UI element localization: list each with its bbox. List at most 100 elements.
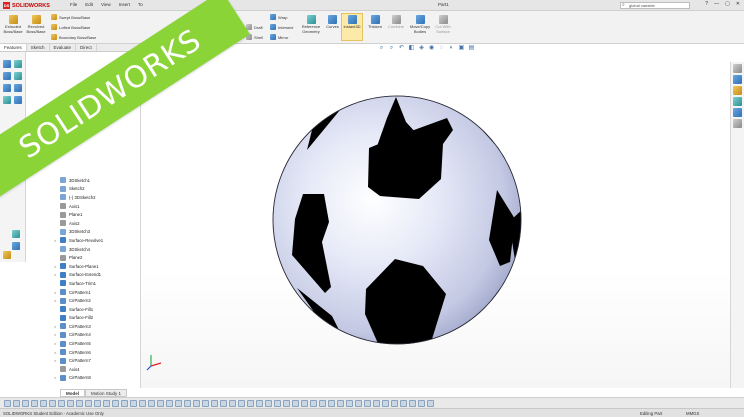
design-library-icon[interactable] (733, 75, 742, 84)
revolved-boss-button[interactable]: Revolved Boss/Base (25, 15, 47, 34)
swept-boss-button[interactable]: Swept Boss/Base (51, 14, 90, 20)
toolbar-tool-icon[interactable] (157, 399, 164, 407)
intersect-button[interactable]: Intersect (270, 24, 293, 30)
sketch-tool-icon[interactable] (14, 84, 22, 92)
knit-tool-icon[interactable] (3, 251, 11, 259)
boundary-boss-button[interactable]: Boundary Boss/Base (51, 34, 96, 40)
tree-item[interactable]: Sketch2 (54, 185, 103, 194)
menu-view[interactable]: View (101, 2, 111, 7)
previous-view-icon[interactable]: ↶ (398, 45, 405, 52)
toolbar-tool-icon[interactable] (337, 399, 344, 407)
reference-geometry-button[interactable]: Reference Geometry (298, 15, 324, 34)
units-selector[interactable]: MMGS (686, 411, 699, 416)
expand-arrow-icon[interactable]: > (54, 332, 57, 337)
toolbar-tool-icon[interactable] (382, 399, 389, 407)
view-palette-icon[interactable] (733, 97, 742, 106)
toolbar-tool-icon[interactable] (418, 399, 425, 407)
toolbar-tool-icon[interactable] (400, 399, 407, 407)
resources-icon[interactable] (733, 64, 742, 73)
combine-button[interactable]: Combine (385, 15, 407, 30)
toolbar-tool-icon[interactable] (283, 399, 290, 407)
help-icon[interactable]: ? (705, 1, 708, 7)
tree-item[interactable]: > CirPattern1 (54, 288, 103, 297)
toolbar-tool-icon[interactable] (292, 399, 299, 407)
expand-arrow-icon[interactable]: > (54, 375, 57, 380)
tree-item[interactable]: > CirPattern6 (54, 348, 103, 357)
toolbar-tool-icon[interactable] (319, 399, 326, 407)
toolbar-tool-icon[interactable] (121, 399, 128, 407)
toolbar-tool-icon[interactable] (13, 399, 20, 407)
tree-item[interactable]: > Surface-Plane1 (54, 262, 103, 271)
tab-features[interactable]: Features (0, 44, 27, 51)
tree-item[interactable]: 3DSketch3 (54, 228, 103, 237)
tab-sketch[interactable]: Sketch (27, 44, 50, 51)
tree-item[interactable]: > CirPattern2 (54, 296, 103, 305)
toolbar-tool-icon[interactable] (103, 399, 110, 407)
toolbar-tool-icon[interactable] (373, 399, 380, 407)
tab-model[interactable]: Model (60, 389, 85, 397)
tree-item[interactable]: > Surface-Extend1 (54, 271, 103, 280)
toolbar-tool-icon[interactable] (67, 399, 74, 407)
toolbar-tool-icon[interactable] (211, 399, 218, 407)
toolbar-tool-icon[interactable] (139, 399, 146, 407)
tree-item[interactable]: 3DSketch1 (54, 176, 103, 185)
tree-item[interactable]: Surface-Fill1 (54, 305, 103, 314)
menu-insert[interactable]: Insert (119, 2, 130, 7)
toolbar-tool-icon[interactable] (94, 399, 101, 407)
config-manager-icon[interactable] (3, 72, 11, 80)
tree-item[interactable]: Plane1 (54, 210, 103, 219)
tree-item[interactable]: > Surface-Revolve1 (54, 236, 103, 245)
expand-arrow-icon[interactable]: > (54, 358, 57, 363)
view-settings-icon[interactable]: ▤ (468, 45, 475, 52)
close-icon[interactable]: ✕ (736, 1, 740, 7)
tree-item[interactable]: Axis2 (54, 219, 103, 228)
surface-tool-icon[interactable] (3, 96, 11, 104)
toolbar-tool-icon[interactable] (301, 399, 308, 407)
extend-tool-icon[interactable] (12, 242, 20, 250)
toolbar-tool-icon[interactable] (274, 399, 281, 407)
toolbar-tool-icon[interactable] (355, 399, 362, 407)
toolbar-tool-icon[interactable] (112, 399, 119, 407)
toolbar-tool-icon[interactable] (328, 399, 335, 407)
tree-item[interactable]: > CirPattern5 (54, 339, 103, 348)
toolbar-tool-icon[interactable] (202, 399, 209, 407)
curves-button[interactable]: Curves (324, 15, 341, 30)
instant3d-button[interactable]: Instant3D (341, 15, 363, 30)
move-copy-bodies-button[interactable]: Move/Copy Bodies (407, 15, 433, 34)
tree-item[interactable]: > CirPattern4 (54, 331, 103, 340)
toolbar-tool-icon[interactable] (409, 399, 416, 407)
mirror-button[interactable]: Mirror (270, 34, 288, 40)
toolbar-tool-icon[interactable] (265, 399, 272, 407)
toolbar-tool-icon[interactable] (22, 399, 29, 407)
tree-item[interactable]: (-) 3DSketch2 (54, 193, 103, 202)
toolbar-tool-icon[interactable] (346, 399, 353, 407)
lofted-boss-button[interactable]: Lofted Boss/Base (51, 24, 90, 30)
toolbar-tool-icon[interactable] (148, 399, 155, 407)
expand-arrow-icon[interactable]: > (54, 238, 57, 243)
toolbar-tool-icon[interactable] (58, 399, 65, 407)
display-manager-icon[interactable] (3, 84, 11, 92)
tree-item[interactable]: Plane2 (54, 253, 103, 262)
apply-scene-icon[interactable]: ▣ (458, 45, 465, 52)
toolbar-tool-icon[interactable] (130, 399, 137, 407)
toolbar-tool-icon[interactable] (85, 399, 92, 407)
toolbar-tool-icon[interactable] (238, 399, 245, 407)
toolbar-tool-icon[interactable] (166, 399, 173, 407)
tree-item[interactable]: Axis4 (54, 365, 103, 374)
toolbar-tool-icon[interactable] (229, 399, 236, 407)
toolbar-tool-icon[interactable] (40, 399, 47, 407)
draft-button[interactable]: Draft (246, 24, 263, 30)
menu-tools[interactable]: To (138, 2, 143, 7)
tree-item[interactable]: Surface-Trim1 (54, 279, 103, 288)
tree-item[interactable]: 3DSketch4 (54, 245, 103, 254)
tree-item[interactable]: > CirPattern3 (54, 322, 103, 331)
toolbar-tool-icon[interactable] (49, 399, 56, 407)
expand-arrow-icon[interactable]: > (54, 341, 57, 346)
toolbar-tool-icon[interactable] (391, 399, 398, 407)
toolbar-tool-icon[interactable] (427, 399, 434, 407)
toolbar-tool-icon[interactable] (220, 399, 227, 407)
expand-arrow-icon[interactable]: > (54, 290, 57, 295)
dim-expert-icon[interactable] (14, 72, 22, 80)
toolbar-tool-icon[interactable] (175, 399, 182, 407)
toolbar-tool-icon[interactable] (310, 399, 317, 407)
